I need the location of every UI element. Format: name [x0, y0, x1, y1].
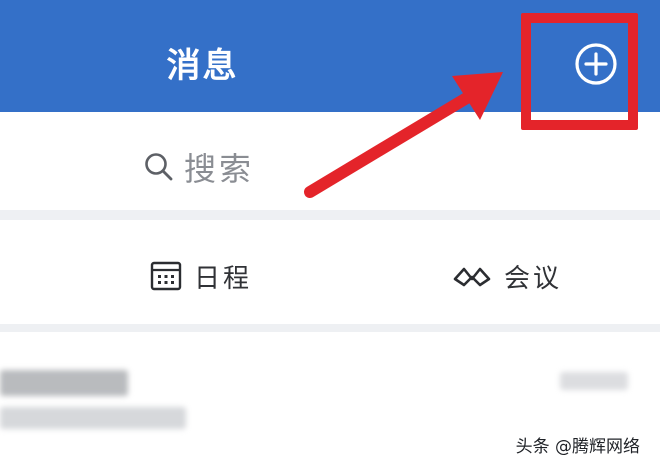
search-placeholder: 搜索: [184, 150, 255, 188]
watermark: 头条 @腾辉网络: [515, 437, 640, 457]
meeting-icon: [453, 267, 491, 287]
section-divider: [0, 324, 660, 332]
page-title: 消息: [166, 46, 239, 86]
schedule-button[interactable]: 日程: [150, 258, 252, 294]
search-input[interactable]: 搜索: [142, 144, 302, 190]
section-divider: [0, 210, 660, 220]
quick-actions: 日程 会议: [0, 220, 660, 324]
blurred-contact-name[interactable]: [0, 370, 128, 396]
highlight-box: [521, 13, 638, 130]
meeting-button[interactable]: 会议: [452, 258, 562, 294]
schedule-label: 日程: [194, 263, 253, 294]
calendar-icon: [150, 261, 182, 291]
blurred-timestamp: [560, 372, 628, 390]
search-icon: [145, 153, 173, 181]
blurred-message-preview: [0, 407, 186, 429]
meeting-label: 会议: [504, 263, 563, 294]
